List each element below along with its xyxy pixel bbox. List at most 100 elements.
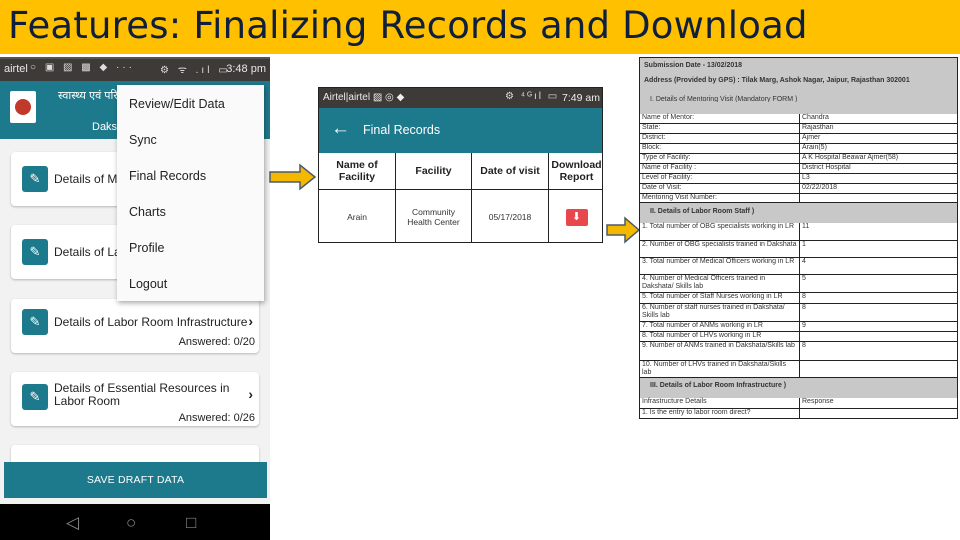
- column-divider: [799, 114, 800, 124]
- screen-title: Final Records: [363, 123, 441, 137]
- report-row: 4. Number of Medical Officers trained in…: [640, 275, 957, 293]
- column-divider: [799, 194, 800, 203]
- report-row: Name of Facility : District Hospital: [640, 164, 957, 174]
- report-row: 10. Number of LHVs trained in Dakshata/S…: [640, 361, 957, 378]
- report-document: Submission Date - 13/02/2018 Address (Pr…: [639, 57, 958, 419]
- report-row-label: 2. Number of OBG specialists trained in …: [642, 241, 797, 248]
- section-band: [640, 102, 957, 114]
- submission-date: Submission Date - 13/02/2018: [644, 62, 743, 69]
- report-row: Type of Facility: A K Hospital Beawar Ajm…: [640, 154, 957, 164]
- section-card-title: Details of Essential Resources in Labor …: [54, 381, 230, 408]
- cell-visit-date: 05/17/2018: [472, 190, 549, 242]
- report-row: Name of Mentor: Chandra: [640, 114, 957, 124]
- home-nav-icon[interactable]: ○: [126, 513, 136, 533]
- column-divider: [799, 241, 800, 258]
- report-row: 7. Total number of ANMs working in LR 9: [640, 322, 957, 332]
- column-divider: [799, 322, 800, 332]
- column-divider: [799, 293, 800, 304]
- cell-facility-type: Community Health Center: [396, 190, 472, 242]
- column-header: Name of Facility: [319, 153, 396, 190]
- report-row-value: A K Hospital Beawar Ajmer(58): [802, 154, 899, 161]
- report-row-value: Response: [802, 398, 834, 405]
- column-divider: [799, 164, 800, 174]
- report-row-label: Block:: [642, 144, 662, 151]
- report-row: Level of Facility: L3: [640, 174, 957, 184]
- notification-icons: ○ ▣ ▨ ▩ ◆ ···: [30, 62, 135, 73]
- section-card[interactable]: ✎ Details of Essential Resources in Labo…: [11, 372, 259, 426]
- report-row: Infrastructure Details Response: [640, 398, 957, 409]
- app-header: ← Final Records: [319, 108, 602, 153]
- download-report-button[interactable]: ⬇: [565, 208, 588, 226]
- column-divider: [799, 174, 800, 184]
- menu-item-sync[interactable]: Sync: [129, 133, 157, 147]
- column-divider: [799, 223, 800, 241]
- report-row-value: 8: [802, 293, 806, 300]
- column-divider: [799, 184, 800, 194]
- menu-item-profile[interactable]: Profile: [129, 241, 164, 255]
- column-divider: [799, 134, 800, 144]
- menu-item-logout[interactable]: Logout: [129, 277, 167, 291]
- column-divider: [799, 154, 800, 164]
- column-divider: [799, 398, 800, 409]
- menu-item-final-records[interactable]: Final Records: [129, 169, 206, 183]
- cell-download: ⬇: [549, 190, 602, 242]
- back-arrow-icon[interactable]: ←: [331, 118, 350, 140]
- section-3-title: III. Details of Labor Room Infrastructur…: [650, 382, 787, 389]
- report-row-label: District:: [642, 134, 666, 141]
- section-card[interactable]: ✎ Details of Labor Room Infrastructure ›…: [11, 299, 259, 353]
- report-row-label: 1. Total number of OBG specialists worki…: [642, 223, 794, 230]
- column-divider: [799, 332, 800, 342]
- arrow-right-icon: [606, 216, 641, 244]
- final-records-table: Name of Facility Facility Date of visit …: [319, 153, 602, 242]
- report-row-label: 1. Is the entry to labor room direct?: [642, 409, 751, 416]
- report-row: 8. Total number of LHVs working in LR: [640, 332, 957, 342]
- menu-item-charts[interactable]: Charts: [129, 205, 166, 219]
- report-row: 5. Total number of Staff Nurses working …: [640, 293, 957, 304]
- report-row: 1. Is the entry to labor room direct?: [640, 409, 957, 418]
- title-bar: Features: Finalizing Records and Downloa…: [0, 0, 960, 54]
- column-divider: [799, 409, 800, 418]
- report-row-value: L3: [802, 174, 810, 181]
- report-row-label: State:: [642, 124, 661, 131]
- column-divider: [799, 258, 800, 275]
- report-row-label: Name of Mentor:: [642, 114, 695, 121]
- ministry-logo-icon: [10, 91, 36, 123]
- arrow-right-icon: [269, 163, 317, 191]
- back-nav-icon[interactable]: ◁: [66, 513, 79, 533]
- system-icons: ⚙ ᯤ .ıl ▭: [160, 65, 231, 76]
- section-2-title: II. Details of Labor Room Staff ): [650, 208, 755, 215]
- column-divider: [799, 361, 800, 378]
- carrier-label: airtel: [4, 63, 28, 75]
- status-time: 7:49 am: [562, 92, 600, 104]
- report-row: Block: Arain(5): [640, 144, 957, 154]
- status-time: 3:48 pm: [226, 63, 266, 75]
- report-row-value: Rajasthan: [802, 124, 834, 131]
- status-bar: Airtel|airtel ▨ ◎ ◆ ⚙ ⁴ᴳıl ▭ 7:49 am: [319, 88, 602, 108]
- system-icons: ⚙ ⁴ᴳıl ▭: [505, 91, 560, 102]
- report-row: Mentoring Visit Number:: [640, 194, 957, 203]
- report-row: Date of Visit: 02/22/2018: [640, 184, 957, 194]
- form-icon: ✎: [22, 166, 48, 192]
- report-row: District: Ajmer: [640, 134, 957, 144]
- status-bar: airtel ○ ▣ ▨ ▩ ◆ ··· ⚙ ᯤ .ıl ▭ 3:48 pm: [0, 59, 270, 81]
- form-icon: ✎: [22, 239, 48, 265]
- report-row-label: 9. Number of ANMs trained in Dakshata/Sk…: [642, 342, 795, 349]
- recent-apps-icon[interactable]: □: [186, 513, 196, 533]
- report-row-label: Date of Visit:: [642, 184, 682, 191]
- report-row-value: 9: [802, 322, 806, 329]
- carrier-label: Airtel|airtel ▨ ◎ ◆: [323, 92, 405, 103]
- report-row: 1. Total number of OBG specialists worki…: [640, 223, 957, 241]
- menu-item-review-edit[interactable]: Review/Edit Data: [129, 97, 225, 111]
- report-row: 3. Total number of Medical Officers work…: [640, 258, 957, 275]
- report-row-label: Infrastructure Details: [642, 398, 707, 405]
- phone-screenshot-final-records: Airtel|airtel ▨ ◎ ◆ ⚙ ⁴ᴳıl ▭ 7:49 am ← F…: [318, 87, 603, 243]
- save-draft-button[interactable]: SAVE DRAFT DATA: [4, 462, 267, 498]
- slide-title: Features: Finalizing Records and Downloa…: [8, 4, 808, 47]
- report-row-label: 10. Number of LHVs trained in Dakshata/S…: [642, 361, 786, 376]
- column-divider: [799, 342, 800, 361]
- report-row-value: Chandra: [802, 114, 829, 121]
- chevron-right-icon: ›: [248, 386, 253, 402]
- report-row-label: Type of Facility:: [642, 154, 691, 161]
- report-row-value: Ajmer: [802, 134, 821, 141]
- report-row-label: Level of Facility:: [642, 174, 693, 181]
